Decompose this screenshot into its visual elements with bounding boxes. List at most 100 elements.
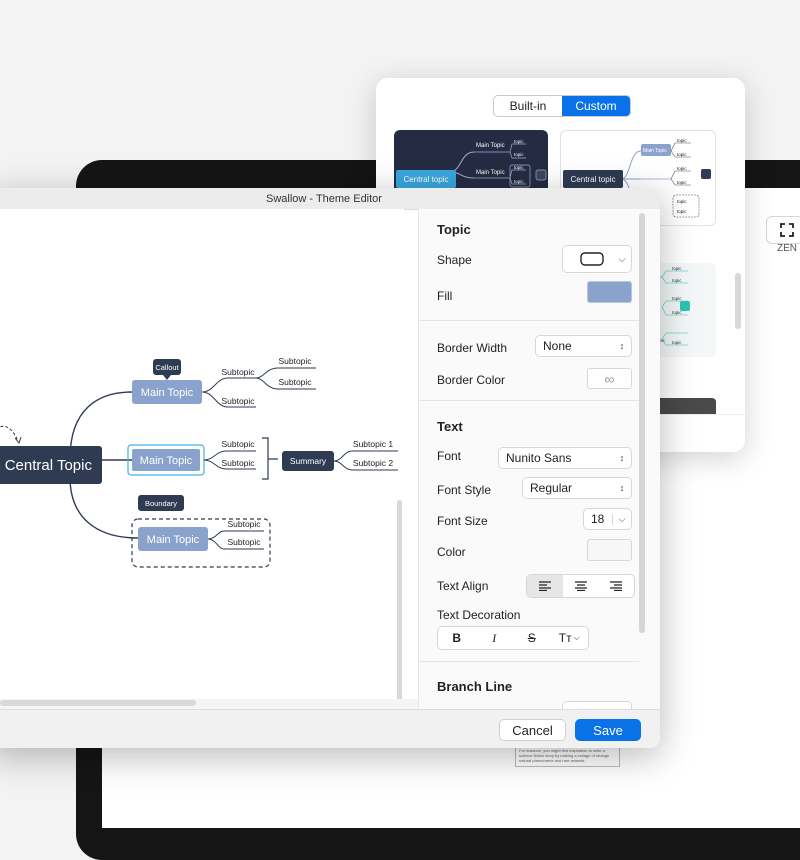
dark-sub-label-4: topic	[514, 179, 524, 184]
italic-button[interactable]: I	[476, 627, 514, 649]
central-topic-label: Central Topic	[4, 456, 92, 474]
strikethrough-button[interactable]: S	[513, 627, 551, 649]
main-topic-3-label: Main Topic	[147, 534, 200, 546]
fill-label: Fill	[437, 289, 453, 303]
up-down-chevron-icon: ↕	[619, 453, 625, 463]
fill-color-swatch[interactable]	[587, 281, 632, 303]
light-central-topic: Central topic	[563, 170, 623, 188]
align-center-button[interactable]	[563, 575, 599, 597]
font-style-select[interactable]: Regular ↕	[522, 477, 632, 499]
text-decoration-controls[interactable]: B I S Tт ⌵	[437, 626, 589, 650]
text-align-label: Text Align	[437, 579, 489, 593]
gallery-scrollbar[interactable]	[735, 273, 741, 329]
shape-label: Shape	[437, 253, 472, 267]
font-style-value: Regular	[530, 481, 573, 495]
chevron-down-icon: ⌵	[618, 253, 626, 264]
branch-line-section-title: Branch Line	[437, 679, 513, 694]
divider	[419, 400, 639, 401]
text-case-button[interactable]: Tт ⌵	[551, 627, 589, 649]
light-main-label: Main Topic	[643, 148, 667, 154]
light-sub-label-3: topic	[677, 166, 687, 171]
align-left-button[interactable]	[527, 575, 563, 597]
light-sub-label-2: topic	[677, 152, 687, 157]
callout-label: Callout	[155, 363, 179, 372]
light-central-label: Central topic	[570, 174, 616, 184]
dark-main-label-2: Main Topic	[476, 170, 505, 176]
central-topic[interactable]: Central Topic	[0, 446, 102, 484]
mindmap-canvas[interactable]: Callout Main Topic Subtopic Subtopic Sub…	[0, 209, 404, 699]
light-sub-label-6: topic	[677, 209, 687, 214]
cancel-button[interactable]: Cancel	[499, 719, 566, 741]
note-card: For instance, you might find inspiration…	[515, 745, 620, 767]
teal-sub-label-5: topic	[672, 340, 682, 345]
dark-central-topic: Central topic	[396, 170, 456, 188]
theme-source-segmented-control[interactable]: Built-in Custom	[493, 95, 631, 117]
font-select[interactable]: Nunito Sans ↕	[498, 447, 632, 469]
teal-sub-label-2: topic	[672, 278, 682, 283]
up-down-chevron-icon: ↕	[619, 483, 625, 493]
subtopic-label-4: Subtopic	[278, 377, 312, 387]
border-color-swatch[interactable]: ∞	[587, 368, 632, 389]
light-sub-label-5: topic	[677, 199, 687, 204]
subtopic-label-7: Subtopic	[227, 519, 261, 529]
font-size-label: Font Size	[437, 514, 488, 528]
teal-sub-label-1: topic	[672, 266, 682, 271]
properties-panel: Topic Shape ⌵ Fill Border Width None ↕ B…	[418, 209, 660, 721]
subtopic-label-5: Subtopic	[221, 439, 255, 449]
divider	[419, 320, 639, 321]
dark-central-label: Central topic	[403, 174, 449, 184]
summary-label: Summary	[290, 456, 327, 466]
no-color-icon: ∞	[604, 370, 615, 387]
teal-sub-label-4: topic	[672, 310, 682, 315]
subtopic-label-2: Subtopic	[221, 396, 255, 406]
subtopic-label-3: Subtopic	[278, 356, 312, 366]
canvas-horizontal-scrollbar[interactable]	[0, 700, 196, 706]
teal-sub-label-3: topic	[672, 296, 682, 301]
dark-main-label-1: Main Topic	[476, 143, 505, 149]
font-label: Font	[437, 449, 462, 463]
dark-sub-label-2: topic	[514, 152, 524, 157]
tab-custom[interactable]: Custom	[562, 96, 630, 116]
subtopic-label-6: Subtopic	[221, 458, 255, 468]
subtopic-label-1: Subtopic	[221, 367, 255, 377]
up-down-chevron-icon: ↕	[619, 341, 625, 351]
subtopic-1-label: Subtopic 1	[353, 439, 393, 449]
font-style-label: Font Style	[437, 483, 492, 497]
fullscreen-icon	[780, 223, 794, 237]
zen-label: ZEN	[777, 243, 797, 254]
tab-built-in[interactable]: Built-in	[494, 96, 562, 116]
dark-sub-label-1: topic	[514, 139, 524, 144]
main-topic-1-label: Main Topic	[141, 387, 194, 399]
rounded-rect-shape-icon	[579, 252, 604, 266]
align-right-button[interactable]	[598, 575, 634, 597]
window-title: Swallow - Theme Editor	[266, 192, 382, 205]
align-left-icon	[538, 581, 551, 591]
theme-editor-window: Swallow - Theme Editor Callout Main Topi…	[0, 188, 660, 748]
font-value: Nunito Sans	[506, 451, 572, 465]
border-width-label: Border Width	[437, 341, 508, 355]
text-color-swatch[interactable]	[587, 539, 632, 561]
text-case-label: Tт	[558, 631, 572, 645]
dark-sub-label-3: topic	[514, 165, 524, 170]
zen-mode-button[interactable]	[766, 216, 800, 244]
shape-select[interactable]: ⌵	[562, 245, 632, 273]
save-button[interactable]: Save	[575, 719, 641, 741]
border-width-value: None	[543, 339, 572, 353]
panel-scrollbar[interactable]	[639, 213, 645, 633]
light-sub-label-4: topic	[677, 180, 687, 185]
chevron-down-icon[interactable]: ⌵	[612, 513, 631, 525]
border-width-select[interactable]: None ↕	[535, 335, 632, 357]
divider	[419, 661, 639, 662]
text-align-segmented-control[interactable]	[526, 574, 635, 598]
chevron-down-icon: ⌵	[573, 633, 580, 642]
font-size-value[interactable]: 18	[584, 512, 612, 526]
topic-section-title: Topic	[437, 222, 471, 237]
text-section-title: Text	[437, 419, 463, 434]
align-center-icon	[574, 581, 587, 591]
boundary-label: Boundary	[145, 499, 177, 508]
font-size-combobox[interactable]: 18 ⌵	[583, 508, 632, 530]
align-right-icon	[610, 581, 623, 591]
border-color-label: Border Color	[437, 373, 506, 387]
bold-button[interactable]: B	[438, 627, 476, 649]
text-decoration-label: Text Decoration	[437, 608, 521, 622]
